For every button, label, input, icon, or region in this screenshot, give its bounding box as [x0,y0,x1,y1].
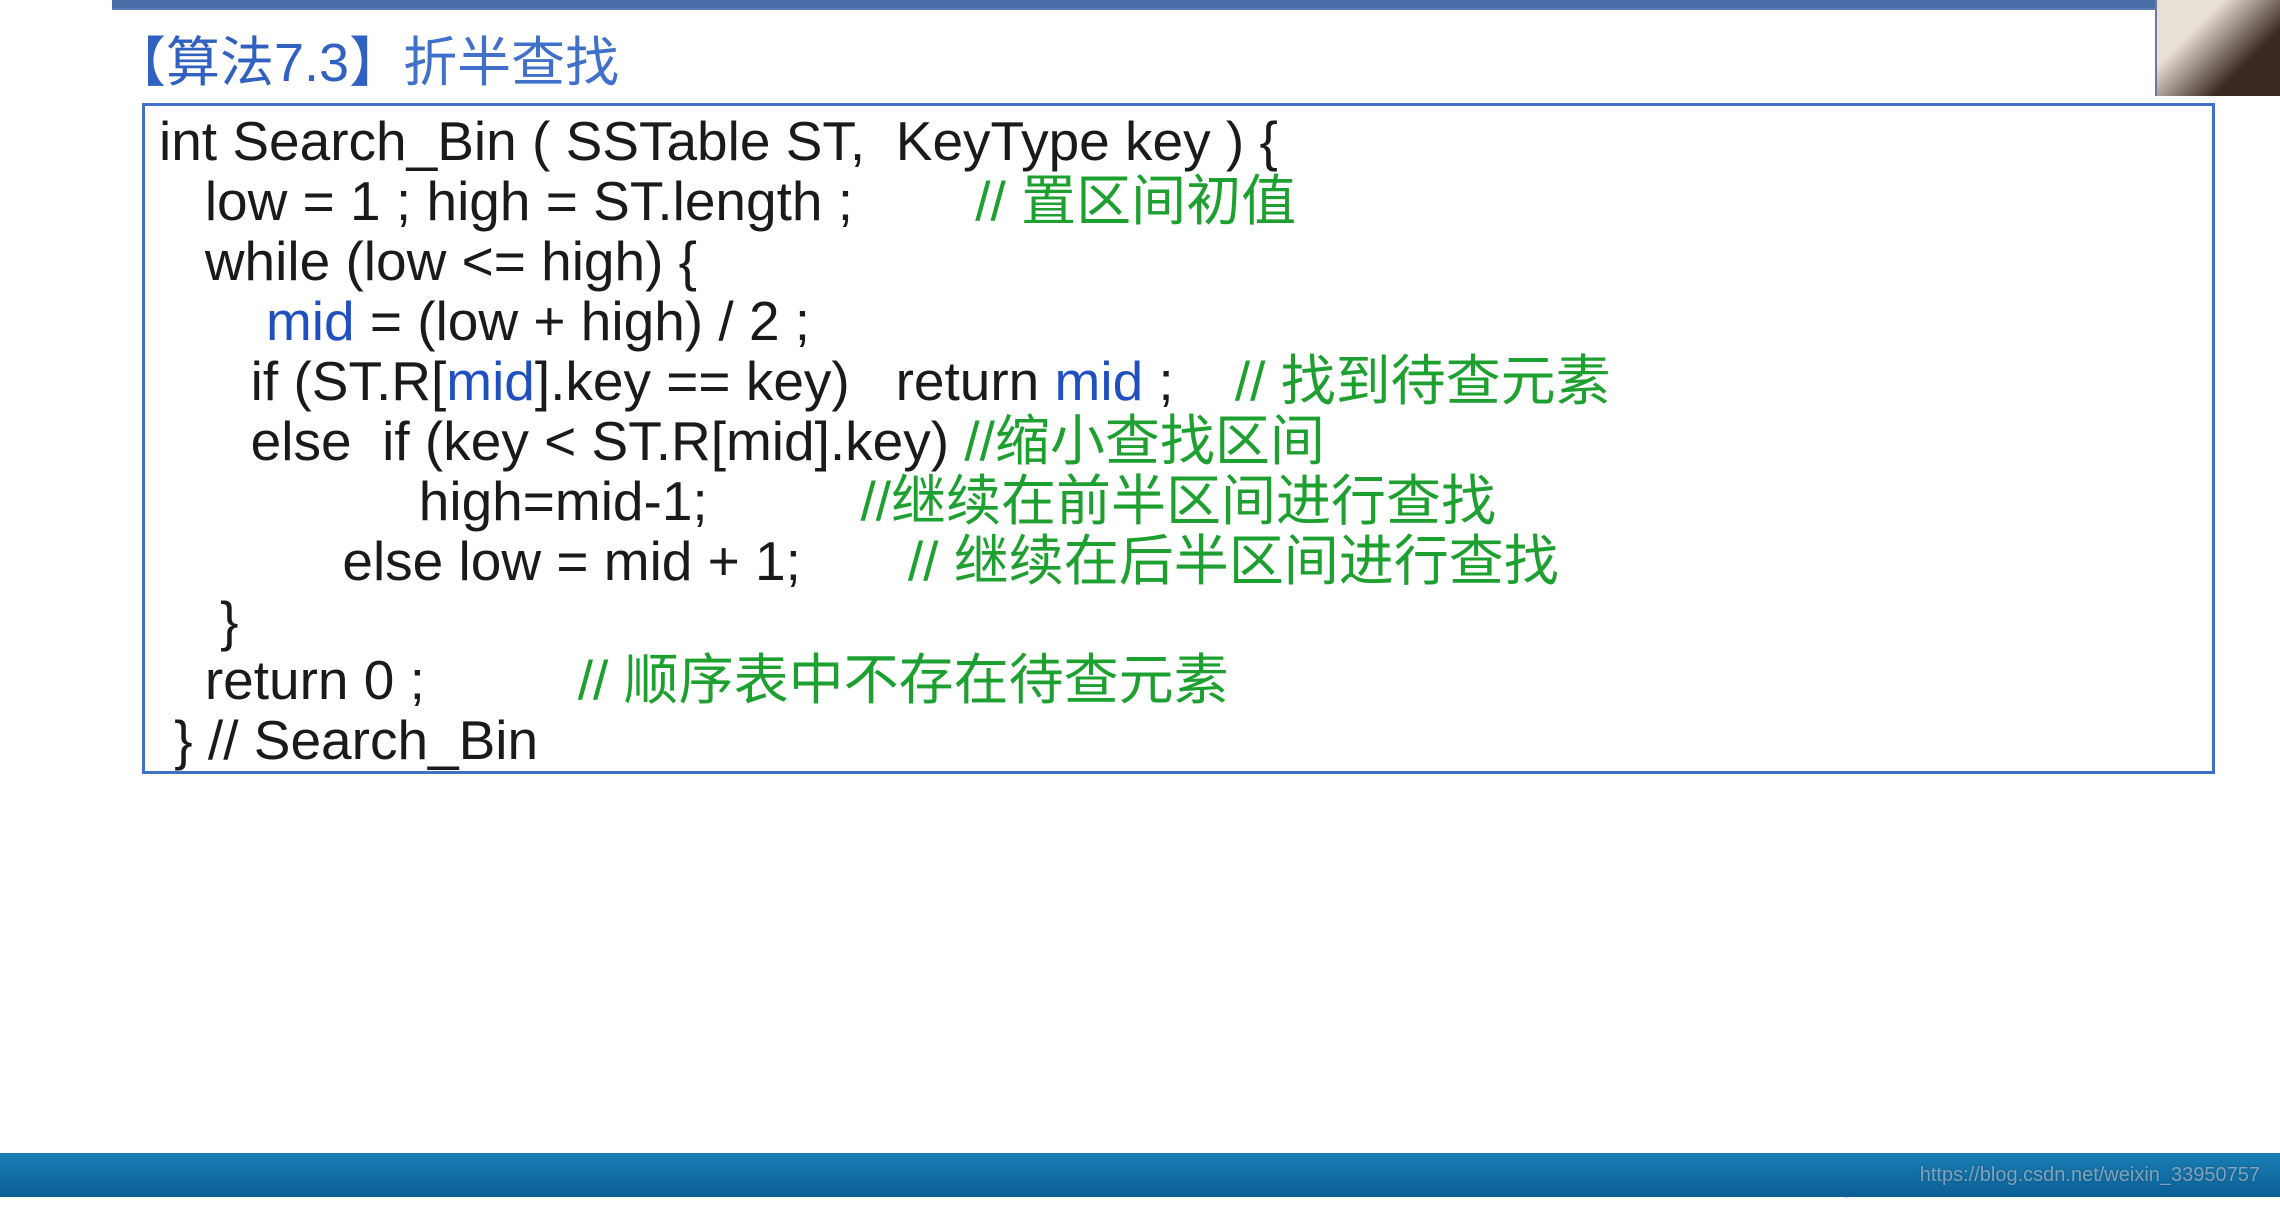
top-border [112,0,2168,10]
code-line-1: int Search_Bin ( SSTable ST, KeyType key… [159,110,1278,172]
title-prefix: 【算法7.3】 [112,33,403,93]
var-mid: mid [266,290,355,352]
watermark-text: https://blog.csdn.net/weixin_33950757 [1920,1164,2260,1187]
slide-title: 【算法7.3】折半查找 [0,10,2280,97]
code-line-8a: else low = mid + 1; [159,530,908,592]
code-block: int Search_Bin ( SSTable ST, KeyType key… [142,103,2215,774]
code-line-5a: if (ST.R[ [159,350,446,412]
comment-second-half: // 继续在后半区间进行查找 [908,530,1559,592]
code-line-7a: high=mid-1; [159,470,861,532]
comment-narrow: //缩小查找区间 [964,410,1325,472]
code-line-11: } // Search_Bin [159,709,538,771]
code-line-10a: return 0 ; [159,649,578,711]
code-line-4a [159,290,266,352]
code-line-2: low = 1 ; high = ST.length ; [159,170,975,232]
comment-found: // 找到待查元素 [1235,350,1611,412]
code-line-5c: ; [1143,350,1235,412]
code-line-9: } [159,590,239,652]
var-mid: mid [1055,350,1144,412]
code-line-5b: ].key == key) return [535,350,1055,412]
var-mid: mid [446,350,535,412]
title-main: 折半查找 [403,33,619,93]
comment-init-range: // 置区间初值 [975,170,1296,232]
comment-not-found: // 顺序表中不存在待查元素 [578,649,1229,711]
code-line-3: while (low <= high) { [159,230,697,292]
code-line-6a: else if (key < ST.R[mid].key) [159,410,964,472]
code-line-4b: = (low + high) / 2 ; [355,290,811,352]
corner-thumbnail [2155,0,2280,96]
comment-first-half: //继续在前半区间进行查找 [861,470,1497,532]
